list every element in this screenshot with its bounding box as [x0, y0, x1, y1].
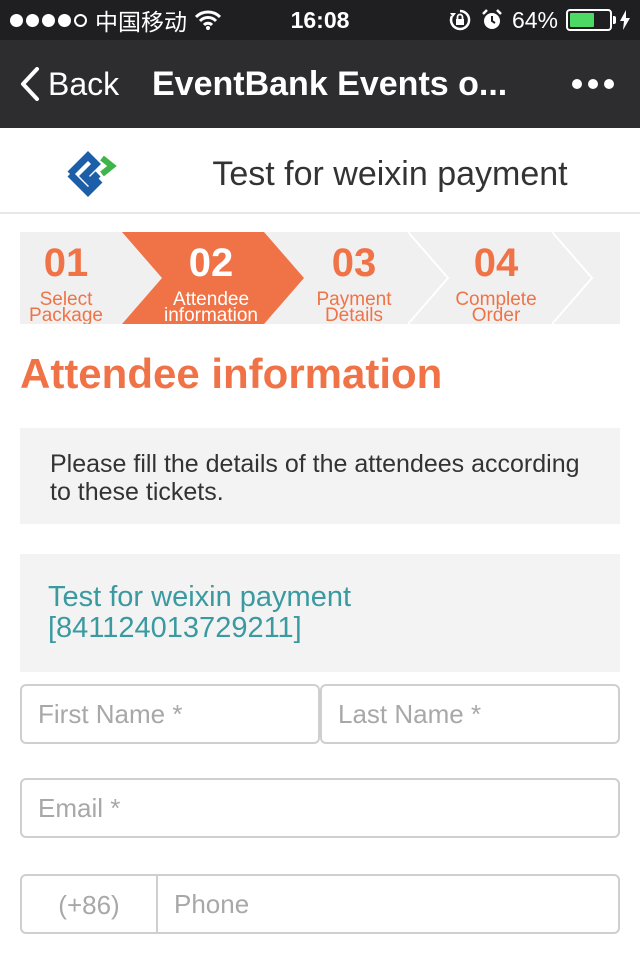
- chevron-left-icon: [21, 67, 39, 101]
- navigation-bar: Back EventBank Events o...: [0, 40, 640, 128]
- step-label: Order: [471, 305, 521, 324]
- back-button[interactable]: Back: [20, 40, 119, 128]
- step-number: 02: [188, 241, 234, 285]
- status-bar: 中国移动 16:08 64%: [0, 0, 640, 40]
- last-name-input[interactable]: [320, 684, 620, 744]
- step-label: Details: [324, 305, 384, 324]
- alarm-clock-icon: [482, 9, 502, 29]
- section-title: Attendee information: [20, 350, 443, 397]
- phone-country-code[interactable]: (+86): [20, 874, 158, 934]
- step-separator: [407, 232, 450, 324]
- more-dot: [588, 79, 598, 89]
- ticket-name: Test for weixin payment: [48, 581, 352, 613]
- step-label: information: [164, 305, 258, 324]
- first-name-input[interactable]: [20, 684, 320, 744]
- more-dot: [604, 79, 614, 89]
- step-separator: [551, 232, 594, 324]
- step-payment-details: 03 Payment Details: [304, 232, 404, 324]
- eventbank-logo: [67, 151, 117, 197]
- status-right: 64%: [448, 0, 630, 40]
- step-label: Package: [29, 305, 103, 324]
- battery-icon: [566, 9, 616, 31]
- event-title: Test for weixin payment: [212, 155, 568, 193]
- phone-input[interactable]: [156, 874, 620, 934]
- email-input[interactable]: [20, 778, 620, 838]
- instructions-box: Please fill the details of the attendees…: [20, 428, 620, 524]
- page-title: EventBank Events o...: [152, 65, 508, 103]
- checkout-steps: 01 Select Package 02 Attendee informatio…: [20, 232, 620, 324]
- step-number: 04: [473, 241, 519, 285]
- step-complete-order: 04 Complete Order: [444, 232, 548, 324]
- more-options-button[interactable]: [572, 40, 614, 128]
- battery-percent: 64%: [511, 6, 558, 33]
- back-label: Back: [48, 65, 120, 102]
- rotation-lock-icon: [449, 9, 471, 31]
- ticket-info: Test for weixin payment [841124013729211…: [20, 554, 620, 672]
- step-select-package: 01 Select Package: [20, 232, 112, 324]
- step-number: 01: [43, 241, 89, 285]
- charging-bolt-icon: [620, 10, 630, 30]
- more-dot: [572, 79, 582, 89]
- step-attendee-information: 02 Attendee information: [158, 232, 264, 324]
- ticket-code: [841124013729211]: [48, 612, 302, 644]
- event-header: Test for weixin payment: [0, 128, 640, 214]
- step-number: 03: [331, 241, 377, 285]
